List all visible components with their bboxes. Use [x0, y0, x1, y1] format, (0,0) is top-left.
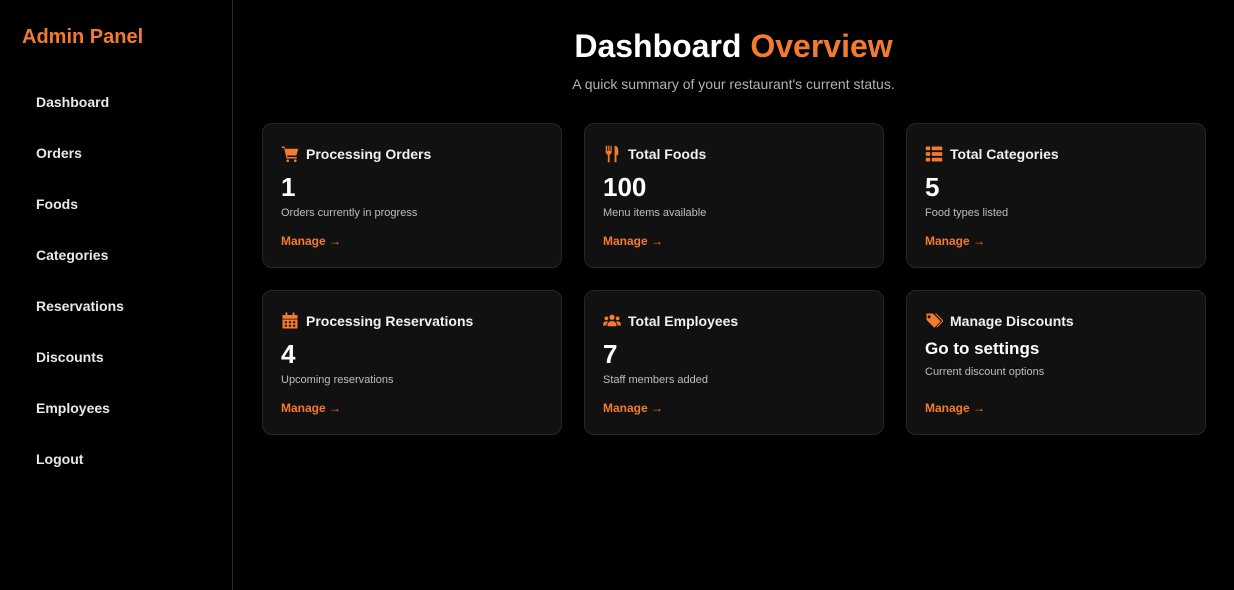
manage-foods-link[interactable]: Manage →	[603, 234, 663, 248]
card-description: Menu items available	[603, 207, 707, 219]
manage-orders-link[interactable]: Manage →	[281, 234, 341, 248]
sidebar-item-categories[interactable]: Categories	[0, 235, 232, 286]
card-value: 1	[281, 172, 296, 202]
sidebar: Admin Panel Dashboard Orders Foods Categ…	[0, 0, 233, 590]
card-title: Total Categories	[950, 146, 1059, 162]
card-header: Processing Reservations	[281, 312, 473, 330]
sidebar-item-orders[interactable]: Orders	[0, 133, 232, 184]
manage-categories-link[interactable]: Manage →	[925, 234, 985, 248]
page-title-main: Dashboard	[574, 28, 742, 64]
card-description: Orders currently in progress	[281, 207, 418, 219]
card-header: Processing Orders	[281, 145, 431, 163]
main-content: Dashboard Overview A quick summary of yo…	[233, 0, 1234, 590]
card-value: 4	[281, 339, 296, 369]
app: Admin Panel Dashboard Orders Foods Categ…	[0, 0, 1234, 590]
users-icon	[603, 312, 621, 330]
sidebar-item-logout[interactable]: Logout	[0, 439, 232, 490]
card-description: Staff members added	[603, 374, 708, 386]
card-processing-reservations: Processing Reservations 4 Upcoming reser…	[262, 290, 562, 435]
card-processing-orders: Processing Orders 1 Orders currently in …	[262, 123, 562, 268]
card-description: Food types listed	[925, 207, 1009, 219]
sidebar-nav: Dashboard Orders Foods Categories Reserv…	[0, 82, 232, 490]
card-total-employees: Total Employees 7 Staff members added Ma…	[584, 290, 884, 435]
card-total-foods: Total Foods 100 Menu items available Man…	[584, 123, 884, 268]
sidebar-item-reservations[interactable]: Reservations	[0, 286, 232, 337]
sidebar-item-employees[interactable]: Employees	[0, 388, 232, 439]
calendar-icon	[281, 312, 299, 330]
card-header: Total Foods	[603, 145, 706, 163]
card-header: Total Employees	[603, 312, 738, 330]
sidebar-item-foods[interactable]: Foods	[0, 184, 232, 235]
card-title: Processing Orders	[306, 146, 432, 162]
tags-icon	[925, 312, 943, 330]
list-icon	[925, 145, 943, 163]
manage-reservations-link[interactable]: Manage →	[281, 401, 341, 415]
card-value: 100	[603, 172, 647, 202]
card-title: Total Employees	[628, 313, 739, 329]
utensils-icon	[603, 145, 621, 163]
page-title-accent: Overview	[750, 28, 893, 64]
card-total-categories: Total Categories 5 Food types listed Man…	[906, 123, 1206, 268]
manage-employees-link[interactable]: Manage →	[603, 401, 663, 415]
brand-title: Admin Panel	[22, 26, 144, 48]
stats-grid: Processing Orders 1 Orders currently in …	[262, 123, 1206, 435]
card-title: Processing Reservations	[306, 313, 474, 329]
page-title: Dashboard Overview	[233, 28, 1234, 65]
shopping-cart-icon	[281, 145, 299, 163]
card-header: Manage Discounts	[925, 312, 1074, 330]
card-value: 7	[603, 339, 618, 369]
manage-discounts-link[interactable]: Manage →	[925, 401, 985, 415]
card-header: Total Categories	[925, 145, 1059, 163]
card-description: Upcoming reservations	[281, 374, 394, 386]
card-manage-discounts: Manage Discounts Go to settings Current …	[906, 290, 1206, 435]
card-value: 5	[925, 172, 940, 202]
sidebar-item-discounts[interactable]: Discounts	[0, 337, 232, 388]
page-subtitle: A quick summary of your restaurant's cur…	[572, 76, 895, 92]
card-title: Manage Discounts	[950, 313, 1074, 329]
card-value[interactable]: Go to settings	[925, 339, 1039, 359]
card-title: Total Foods	[628, 146, 707, 162]
sidebar-item-dashboard[interactable]: Dashboard	[0, 82, 232, 133]
card-description: Current discount options	[925, 366, 1045, 378]
